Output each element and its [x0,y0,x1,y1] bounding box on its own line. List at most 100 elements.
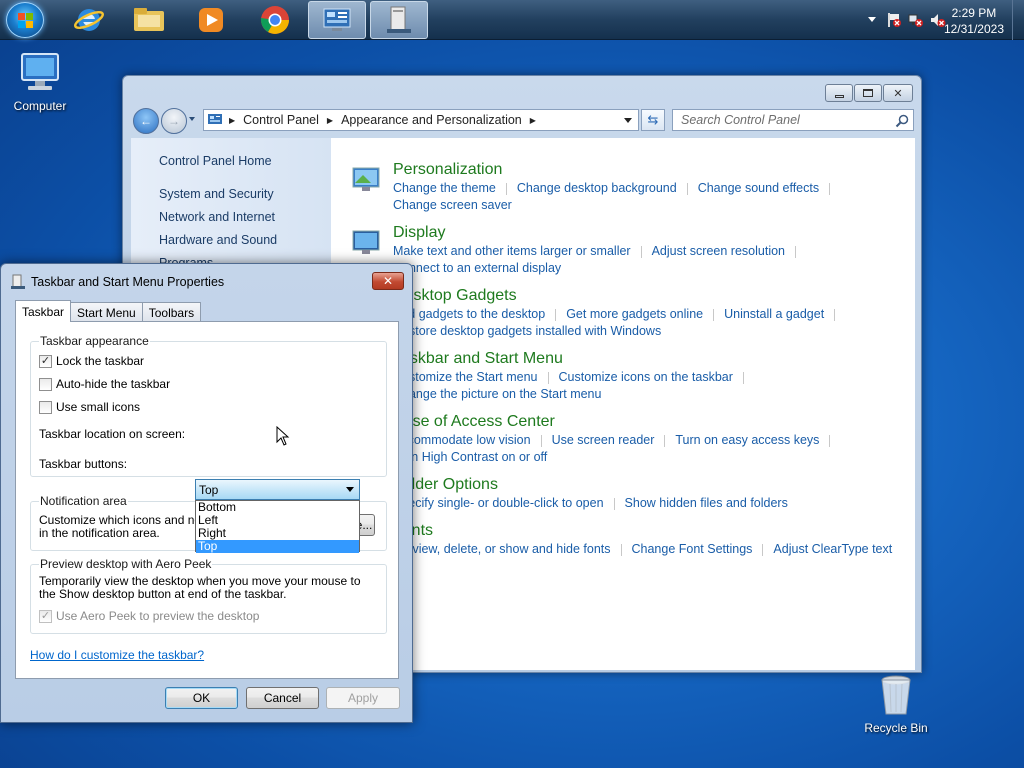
link-accommodate-low-vision[interactable]: Accommodate low vision [393,433,531,447]
link-single-double-click[interactable]: Specify single- or double-click to open [393,496,604,510]
link-separator [640,245,642,258]
ease-of-access-title[interactable]: Ease of Access Center [393,413,555,431]
fonts-links: Preview, delete, or show and hide fonts C… [393,541,913,558]
aero-peek-checkbox-label: Use Aero Peek to preview the desktop [56,609,260,623]
small-icons-checkbox[interactable] [39,400,52,414]
aero-peek-group: Preview desktop with Aero Peek Temporari… [30,557,387,634]
link-change-theme[interactable]: Change the theme [393,181,496,195]
cancel-button[interactable]: Cancel [246,687,319,709]
network-disconnected-icon[interactable] [908,12,924,28]
link-preview-fonts[interactable]: Preview, delete, or show and hide fonts [393,542,611,556]
back-button[interactable]: ← [133,108,159,134]
tab-taskbar[interactable]: Taskbar [15,300,72,322]
taskbar-properties-taskbar-button[interactable] [370,1,428,39]
refresh-button[interactable]: ⇆ [641,109,665,131]
link-change-start-menu-picture[interactable]: Change the picture on the Start menu [393,387,601,401]
control-panel-taskbar-button[interactable] [308,1,366,39]
recent-pages-dropdown-icon[interactable] [189,117,195,121]
link-get-more-gadgets[interactable]: Get more gadgets online [566,307,703,321]
folder-options-links: Specify single- or double-click to open S… [393,495,913,512]
link-separator [686,182,688,195]
lock-taskbar-label: Lock the taskbar [56,354,145,368]
link-customize-start-menu[interactable]: Customize the Start menu [393,370,538,384]
link-change-desktop-background[interactable]: Change desktop background [517,181,677,195]
action-center-flag-icon[interactable] [886,12,902,28]
link-customize-taskbar-icons[interactable]: Customize icons on the taskbar [559,370,733,384]
breadcrumb-control-panel[interactable]: Control Panel [243,113,319,127]
ok-button[interactable]: OK [165,687,238,709]
forward-button[interactable]: → [161,108,187,134]
personalization-links: Change the theme Change desktop backgroun… [393,180,913,214]
lock-taskbar-checkbox[interactable]: ✓ [39,354,52,368]
taskbar: 2:29 PM 12/31/2023 [0,0,1024,40]
small-icons-row[interactable]: Use small icons [39,400,140,414]
show-hidden-icons-icon[interactable] [868,17,876,22]
media-player-taskbar-button[interactable] [182,1,240,39]
minimize-button[interactable] [825,84,853,102]
close-icon: ✕ [893,87,903,100]
link-add-gadgets[interactable]: Add gadgets to the desktop [393,307,545,321]
link-connect-external-display[interactable]: Connect to an external display [393,261,561,275]
display-title[interactable]: Display [393,224,445,242]
maximize-button[interactable] [854,84,882,102]
link-easy-access-keys[interactable]: Turn on easy access keys [675,433,819,447]
link-change-sound-effects[interactable]: Change sound effects [698,181,819,195]
tab-toolbars[interactable]: Toolbars [141,302,202,322]
file-explorer-taskbar-button[interactable] [120,1,178,39]
sidebar-item-control-panel-home[interactable]: Control Panel Home [159,154,272,168]
start-button[interactable] [6,2,44,38]
link-high-contrast[interactable]: Turn High Contrast on or off [393,450,547,464]
computer-desktop-icon[interactable]: Computer [0,50,80,113]
show-desktop-button[interactable] [1012,0,1024,40]
taskbar-location-label: Taskbar location on screen: [39,427,186,441]
link-make-text-larger[interactable]: Make text and other items larger or smal… [393,244,631,258]
navigation-bar: ← → ▶ Control Panel ▶ Appearance and Per… [131,106,915,136]
search-control-panel-input[interactable]: Search Control Panel [672,109,914,131]
aero-peek-checkbox: ✓ [39,609,52,623]
help-link[interactable]: How do I customize the taskbar? [30,648,204,662]
address-dropdown-icon[interactable] [624,118,632,123]
address-bar[interactable]: ▶ Control Panel ▶ Appearance and Persona… [203,109,639,131]
recycle-bin-desktop-icon[interactable]: Recycle Bin [856,672,936,735]
forward-arrow-icon: → [168,114,180,128]
personalization-title[interactable]: Personalization [393,161,502,179]
sidebar-item-hardware-sound[interactable]: Hardware and Sound [159,233,277,247]
search-placeholder: Search Control Panel [681,113,800,127]
search-icon[interactable] [895,114,909,128]
link-separator [540,434,542,447]
clock[interactable]: 2:29 PM 12/31/2023 [944,5,1004,37]
link-adjust-screen-resolution[interactable]: Adjust screen resolution [652,244,785,258]
link-change-screen-saver[interactable]: Change screen saver [393,198,512,212]
link-show-hidden-files[interactable]: Show hidden files and folders [625,496,788,510]
link-use-screen-reader[interactable]: Use screen reader [552,433,655,447]
tab-start-menu[interactable]: Start Menu [70,302,143,322]
mouse-cursor-icon [276,426,290,446]
sidebar-item-system-security[interactable]: System and Security [159,187,274,201]
location-option-top[interactable]: Top [196,540,359,553]
taskbar-location-select[interactable]: Top [195,479,360,500]
minimize-icon [834,94,844,98]
link-adjust-cleartype[interactable]: Adjust ClearType text [773,542,892,556]
internet-explorer-taskbar-button[interactable] [60,1,118,39]
link-restore-gadgets[interactable]: Restore desktop gadgets installed with W… [393,324,661,338]
location-option-bottom[interactable]: Bottom [196,501,359,514]
location-option-right[interactable]: Right [196,527,359,540]
sidebar-item-network-internet[interactable]: Network and Internet [159,210,275,224]
ease-of-access-links: Accommodate low vision Use screen reader T… [393,432,913,466]
breadcrumb-appearance[interactable]: Appearance and Personalization [341,113,522,127]
clock-time: 2:29 PM [951,6,997,20]
close-window-button[interactable]: ✕ [883,84,913,102]
link-uninstall-gadget[interactable]: Uninstall a gadget [724,307,824,321]
internet-explorer-icon [73,9,105,31]
link-separator [834,308,836,321]
small-icons-label: Use small icons [56,400,141,414]
taskbar-start-menu-title[interactable]: Taskbar and Start Menu [393,350,563,368]
lock-taskbar-row[interactable]: ✓ Lock the taskbar [39,354,144,368]
system-tray: 2:29 PM 12/31/2023 [834,0,1024,40]
autohide-checkbox[interactable] [39,377,52,391]
dialog-close-button[interactable]: ✕ [372,272,404,290]
clock-date: 12/31/2023 [943,22,1004,36]
autohide-row[interactable]: Auto-hide the taskbar [39,377,170,391]
link-change-font-settings[interactable]: Change Font Settings [632,542,753,556]
chrome-taskbar-button[interactable] [246,1,304,39]
